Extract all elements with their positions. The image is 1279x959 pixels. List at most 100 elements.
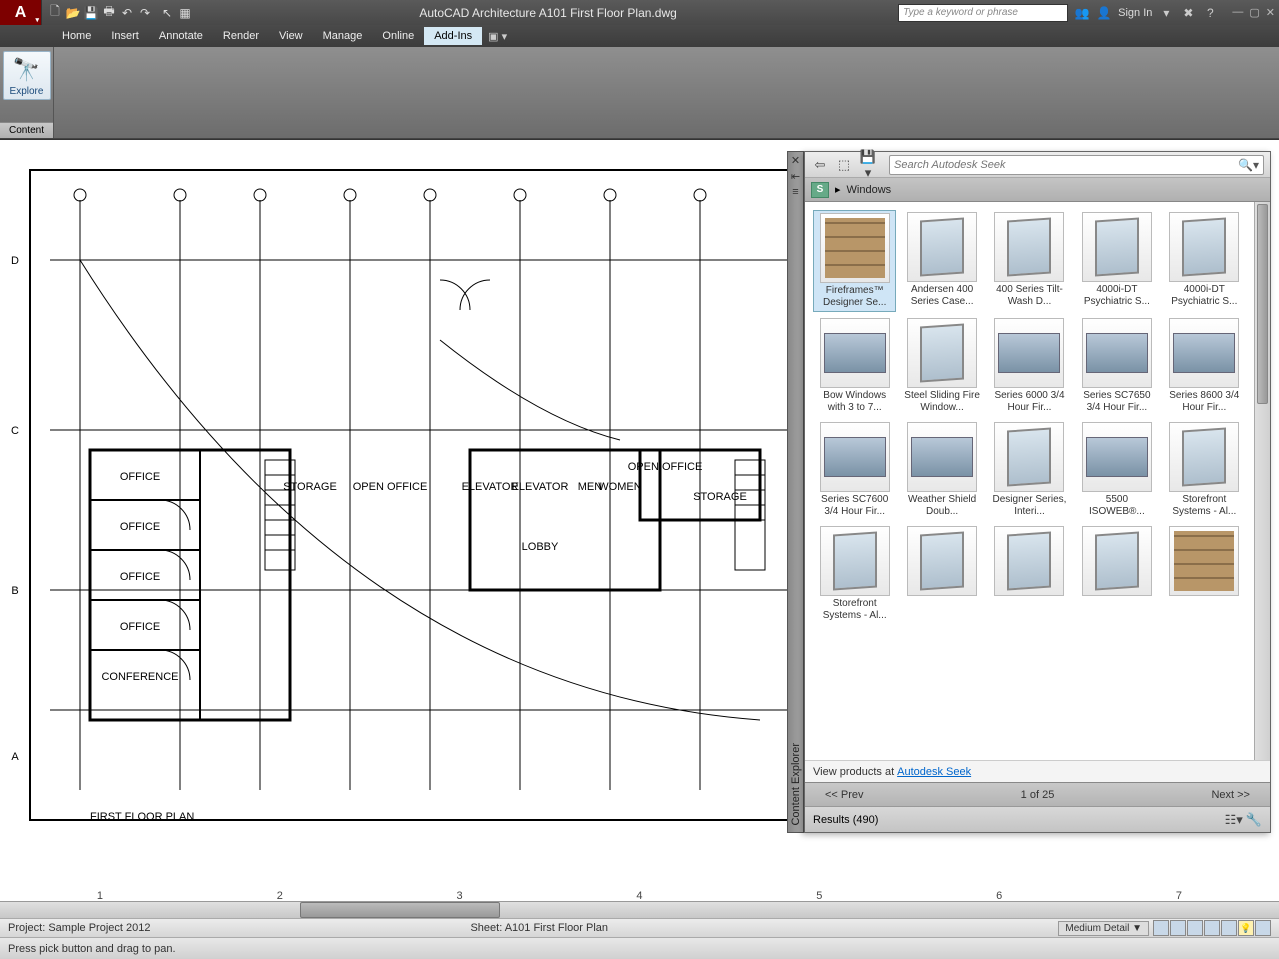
settings-icon[interactable]: 🔧 (1246, 812, 1262, 827)
next-button[interactable]: Next >> (1211, 789, 1250, 801)
panel-grip[interactable]: ✕ ⇤ ≡ Content Explorer (787, 151, 804, 833)
result-item[interactable]: Fireframes™ Designer Se... (813, 210, 896, 312)
new-icon[interactable]: 🗋 (46, 3, 64, 23)
menu-manage[interactable]: Manage (313, 27, 373, 45)
search-icon[interactable]: 👥 (1074, 6, 1090, 20)
menu-extra-icon[interactable]: ▣ ▾ (488, 30, 507, 43)
save-icon[interactable]: 💾▾ (859, 149, 877, 181)
horizontal-scrollbar[interactable] (0, 901, 1279, 918)
cursor-icon[interactable]: ↖ (158, 3, 176, 23)
panel-status-bar: Results (490) ☷▾ 🔧 (805, 806, 1270, 832)
save-icon[interactable]: 💾 (82, 3, 100, 23)
chevron-right-icon: ▸ (835, 183, 841, 196)
menu-home[interactable]: Home (52, 27, 101, 45)
menu-icon[interactable]: ≡ (792, 186, 798, 198)
exchange-icon[interactable]: ✖ (1180, 6, 1196, 20)
status-icon[interactable] (1255, 920, 1271, 936)
autodesk-seek-link[interactable]: Autodesk Seek (897, 766, 971, 778)
status-icon[interactable]: 💡 (1238, 920, 1254, 936)
panel-title-vertical: Content Explorer (790, 737, 802, 832)
help-icon[interactable]: ? (1202, 6, 1218, 20)
menu-view[interactable]: View (269, 27, 313, 45)
status-icon[interactable] (1153, 920, 1169, 936)
scroll-thumb[interactable] (300, 902, 500, 918)
result-item[interactable]: Bow Windows with 3 to 7... (813, 316, 896, 416)
seek-search-input[interactable] (894, 159, 1238, 171)
horizontal-ruler: 1 2 3 4 5 6 7 (10, 874, 1269, 904)
result-item[interactable]: 4000i-DT Psychiatric S... (1163, 210, 1246, 312)
svg-text:OFFICE: OFFICE (120, 621, 160, 633)
result-item[interactable] (1075, 524, 1158, 624)
menu-addins[interactable]: Add-Ins (424, 27, 482, 45)
scroll-thumb[interactable] (1257, 204, 1268, 404)
result-item[interactable]: 400 Series Tilt-Wash D... (988, 210, 1071, 312)
result-item[interactable] (988, 524, 1071, 624)
prev-button[interactable]: << Prev (825, 789, 864, 801)
result-label: 5500 ISOWEB®... (1078, 494, 1156, 518)
command-hint: Press pick button and drag to pan. (8, 943, 176, 955)
svg-text:ELEVATOR: ELEVATOR (462, 481, 519, 493)
undo-icon[interactable]: ↶ (118, 3, 136, 23)
properties-icon[interactable]: ▦ (176, 3, 194, 23)
maximize-button[interactable]: ▢ (1249, 6, 1259, 19)
menu-annotate[interactable]: Annotate (149, 27, 213, 45)
result-item[interactable]: Series 8600 3/4 Hour Fir... (1163, 316, 1246, 416)
result-label: Series SC7650 3/4 Hour Fir... (1078, 390, 1156, 414)
seek-badge-icon: S (811, 182, 829, 198)
minimize-button[interactable]: — (1232, 6, 1243, 19)
status-icon[interactable] (1170, 920, 1186, 936)
result-item[interactable]: Weather Shield Doub... (900, 420, 983, 520)
thumbnail (907, 422, 977, 492)
result-item[interactable]: Series SC7600 3/4 Hour Fir... (813, 420, 896, 520)
result-item[interactable]: Designer Series, Interi... (988, 420, 1071, 520)
detail-level-dropdown[interactable]: Medium Detail ▼ (1058, 921, 1149, 936)
result-item[interactable]: Andersen 400 Series Case... (900, 210, 983, 312)
result-item[interactable]: Storefront Systems - Al... (1163, 420, 1246, 520)
result-label: 4000i-DT Psychiatric S... (1078, 284, 1156, 308)
svg-text:FIRST FLOOR PLAN: FIRST FLOOR PLAN (90, 811, 194, 823)
result-item[interactable] (1163, 524, 1246, 624)
open-icon[interactable]: 📂 (64, 3, 82, 23)
thumbnail (820, 318, 890, 388)
result-item[interactable] (900, 524, 983, 624)
panel-toolbar: ⇦ ⬚ 💾▾ 🔍▾ (805, 152, 1270, 178)
result-label: Bow Windows with 3 to 7... (816, 390, 894, 414)
quick-access-toolbar: 🗋 📂 💾 🖶 ↶ ↷ ↖ ▦ (42, 3, 198, 23)
close-icon[interactable]: ✕ (791, 154, 800, 167)
pin-icon[interactable]: ⇤ (791, 170, 800, 183)
vertical-scrollbar[interactable] (1254, 202, 1270, 760)
print-icon[interactable]: 🖶 (100, 3, 118, 23)
signin-button[interactable]: Sign In (1118, 7, 1152, 19)
thumbnail (1082, 526, 1152, 596)
menu-online[interactable]: Online (372, 27, 424, 45)
svg-text:A: A (11, 751, 19, 763)
result-item[interactable]: Storefront Systems - Al... (813, 524, 896, 624)
panel-breadcrumb[interactable]: S ▸ Windows (805, 178, 1270, 202)
app-menu-button[interactable]: A (0, 0, 42, 25)
status-icon[interactable] (1187, 920, 1203, 936)
result-label: Steel Sliding Fire Window... (903, 390, 981, 414)
chevron-down-icon[interactable]: ▾ (1158, 6, 1174, 20)
status-icon[interactable] (1221, 920, 1237, 936)
results-grid: Fireframes™ Designer Se...Andersen 400 S… (805, 202, 1254, 760)
svg-text:STORAGE: STORAGE (693, 491, 747, 503)
menu-insert[interactable]: Insert (101, 27, 149, 45)
thumbnail (1169, 212, 1239, 282)
explore-button[interactable]: 🔭 Explore (3, 51, 51, 100)
view-mode-icon[interactable]: ☷▾ (1225, 812, 1243, 827)
result-item[interactable]: Steel Sliding Fire Window... (900, 316, 983, 416)
result-item[interactable]: 5500 ISOWEB®... (1075, 420, 1158, 520)
search-icon[interactable]: 🔍▾ (1238, 158, 1259, 172)
thumbnail (994, 526, 1064, 596)
redo-icon[interactable]: ↷ (136, 3, 154, 23)
result-item[interactable]: Series 6000 3/4 Hour Fir... (988, 316, 1071, 416)
up-icon[interactable]: ⬚ (835, 157, 853, 173)
menu-render[interactable]: Render (213, 27, 269, 45)
result-label: 400 Series Tilt-Wash D... (990, 284, 1068, 308)
back-icon[interactable]: ⇦ (811, 157, 829, 173)
result-item[interactable]: 4000i-DT Psychiatric S... (1075, 210, 1158, 312)
status-icon[interactable] (1204, 920, 1220, 936)
result-item[interactable]: Series SC7650 3/4 Hour Fir... (1075, 316, 1158, 416)
help-search-input[interactable]: Type a keyword or phrase (898, 4, 1068, 22)
close-button[interactable]: ✕ (1266, 6, 1275, 19)
